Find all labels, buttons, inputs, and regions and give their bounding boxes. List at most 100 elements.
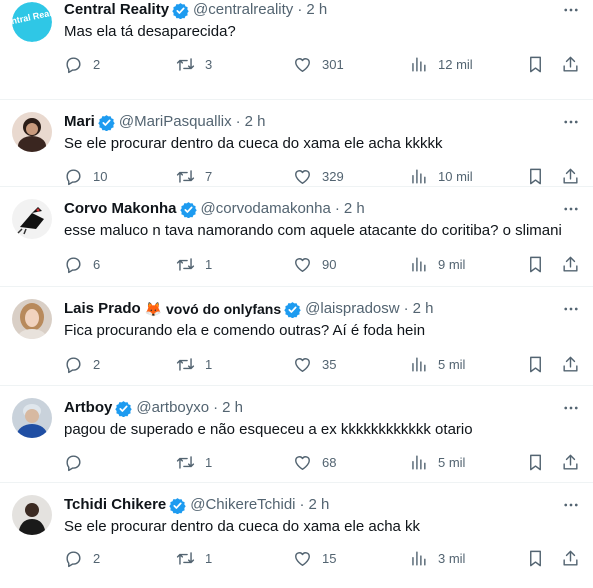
verified-badge-icon xyxy=(179,201,197,218)
author-name[interactable]: Central Reality xyxy=(64,0,169,20)
tweet-actions: 2 3 301 12 mil xyxy=(64,53,593,75)
retweet-button[interactable]: 1 xyxy=(176,353,212,375)
avatar[interactable] xyxy=(12,112,52,152)
avatar[interactable] xyxy=(12,299,52,339)
share-button[interactable] xyxy=(561,165,580,187)
retweet-button[interactable]: 3 xyxy=(176,53,212,75)
reply-button[interactable]: 6 xyxy=(64,253,100,275)
views-chart-icon xyxy=(412,550,426,566)
retweet-icon xyxy=(176,257,195,271)
verified-badge-icon xyxy=(115,400,133,417)
bookmark-button[interactable] xyxy=(526,165,545,187)
views-chart-icon xyxy=(412,454,426,470)
share-icon xyxy=(563,168,578,184)
views-button[interactable]: 5 mil xyxy=(409,451,465,473)
verified-badge-icon xyxy=(172,2,189,19)
author-name-suffix[interactable]: 🦊 vovó do onlyfans xyxy=(145,299,281,319)
reply-button[interactable]: 2 xyxy=(64,547,100,569)
author-name[interactable]: Lais Prado xyxy=(64,299,141,319)
views-count: 3 mil xyxy=(438,550,466,566)
views-button[interactable]: 9 mil xyxy=(409,253,465,275)
avatar[interactable] xyxy=(12,398,52,438)
tweet[interactable]: Mari @MariPasquallix · 2 h Se ele procur… xyxy=(0,100,593,187)
author-handle[interactable]: @laispradosw xyxy=(305,299,399,319)
avatar[interactable] xyxy=(12,495,52,535)
like-count: 15 xyxy=(322,550,337,566)
bookmark-button[interactable] xyxy=(526,353,545,375)
timestamp[interactable]: 2 h xyxy=(309,495,330,515)
views-count: 5 mil xyxy=(438,454,466,470)
separator-dot: · xyxy=(334,200,340,217)
more-options-icon[interactable] xyxy=(561,495,581,515)
timestamp[interactable]: 2 h xyxy=(245,112,266,132)
reply-button[interactable]: 10 xyxy=(64,165,107,187)
views-button[interactable]: 5 mil xyxy=(409,353,465,375)
timestamp[interactable]: 2 h xyxy=(413,299,434,319)
bookmark-icon xyxy=(530,356,541,372)
author-name[interactable]: Tchidi Chikere xyxy=(64,495,166,515)
author-name[interactable]: Corvo Makonha xyxy=(64,199,177,219)
tweet[interactable]: Corvo Makonha @corvodamakonha · 2 h esse… xyxy=(0,187,593,287)
like-count: 301 xyxy=(322,56,344,72)
timestamp[interactable]: 2 h xyxy=(222,398,243,418)
heart-icon xyxy=(295,551,310,566)
avatar[interactable]: Central Reality xyxy=(12,2,52,42)
timestamp[interactable]: 2 h xyxy=(306,0,327,20)
retweet-button[interactable]: 1 xyxy=(176,451,212,473)
share-button[interactable] xyxy=(561,253,580,275)
author-handle[interactable]: @ChikereTchidi xyxy=(190,495,295,515)
retweet-button[interactable]: 7 xyxy=(176,165,212,187)
bookmark-button[interactable] xyxy=(526,547,545,569)
share-button[interactable] xyxy=(561,53,580,75)
timestamp[interactable]: 2 h xyxy=(344,199,365,219)
author-name[interactable]: Mari xyxy=(64,112,95,132)
author-handle[interactable]: @corvodamakonha xyxy=(201,199,331,219)
views-chart-icon xyxy=(412,256,426,272)
share-button[interactable] xyxy=(561,547,580,569)
author-name[interactable]: Artboy xyxy=(64,398,112,418)
like-button[interactable]: 35 xyxy=(293,353,336,375)
bookmark-icon xyxy=(530,256,541,272)
tweet[interactable]: Artboy @artboyxo · 2 h pagou de superado… xyxy=(0,386,593,483)
avatar[interactable] xyxy=(12,199,52,239)
share-button[interactable] xyxy=(561,353,580,375)
like-count: 90 xyxy=(322,256,337,272)
author-handle[interactable]: @artboyxo xyxy=(136,398,209,418)
separator-dot: · xyxy=(403,300,409,317)
bookmark-button[interactable] xyxy=(526,451,545,473)
tweet[interactable]: Central Reality Central Reality @central… xyxy=(0,0,593,100)
like-button[interactable]: 329 xyxy=(293,165,344,187)
views-count: 9 mil xyxy=(438,256,466,272)
views-chart-icon xyxy=(412,168,426,184)
views-count: 12 mil xyxy=(438,56,473,72)
like-button[interactable]: 301 xyxy=(293,53,344,75)
reply-button[interactable]: 2 xyxy=(64,53,100,75)
views-button[interactable]: 12 mil xyxy=(409,53,473,75)
more-options-icon[interactable] xyxy=(561,112,581,132)
like-button[interactable]: 68 xyxy=(293,451,336,473)
tweet[interactable]: Tchidi Chikere @ChikereTchidi · 2 h Se e… xyxy=(0,483,593,588)
retweet-button[interactable]: 1 xyxy=(176,547,212,569)
bookmark-button[interactable] xyxy=(526,253,545,275)
share-icon xyxy=(563,356,578,372)
more-options-icon[interactable] xyxy=(561,199,581,219)
tweet[interactable]: Lais Prado 🦊 vovó do onlyfans @laisprado… xyxy=(0,287,593,386)
share-button[interactable] xyxy=(561,451,580,473)
retweet-icon xyxy=(176,57,195,71)
reply-button[interactable] xyxy=(64,451,93,473)
retweet-button[interactable]: 1 xyxy=(176,253,212,275)
tweet-actions: 6 1 90 9 mil xyxy=(64,253,593,275)
views-button[interactable]: 3 mil xyxy=(409,547,465,569)
more-options-icon[interactable] xyxy=(561,398,581,418)
reply-count: 2 xyxy=(93,550,101,566)
author-handle[interactable]: @centralreality xyxy=(193,0,293,20)
more-options-icon[interactable] xyxy=(561,0,581,20)
views-button[interactable]: 10 mil xyxy=(409,165,473,187)
bookmark-button[interactable] xyxy=(526,53,545,75)
like-button[interactable]: 15 xyxy=(293,547,336,569)
more-options-icon[interactable] xyxy=(561,299,581,319)
author-handle[interactable]: @MariPasquallix xyxy=(119,112,232,132)
views-chart-icon xyxy=(412,356,426,372)
reply-button[interactable]: 2 xyxy=(64,353,100,375)
like-button[interactable]: 90 xyxy=(293,253,336,275)
